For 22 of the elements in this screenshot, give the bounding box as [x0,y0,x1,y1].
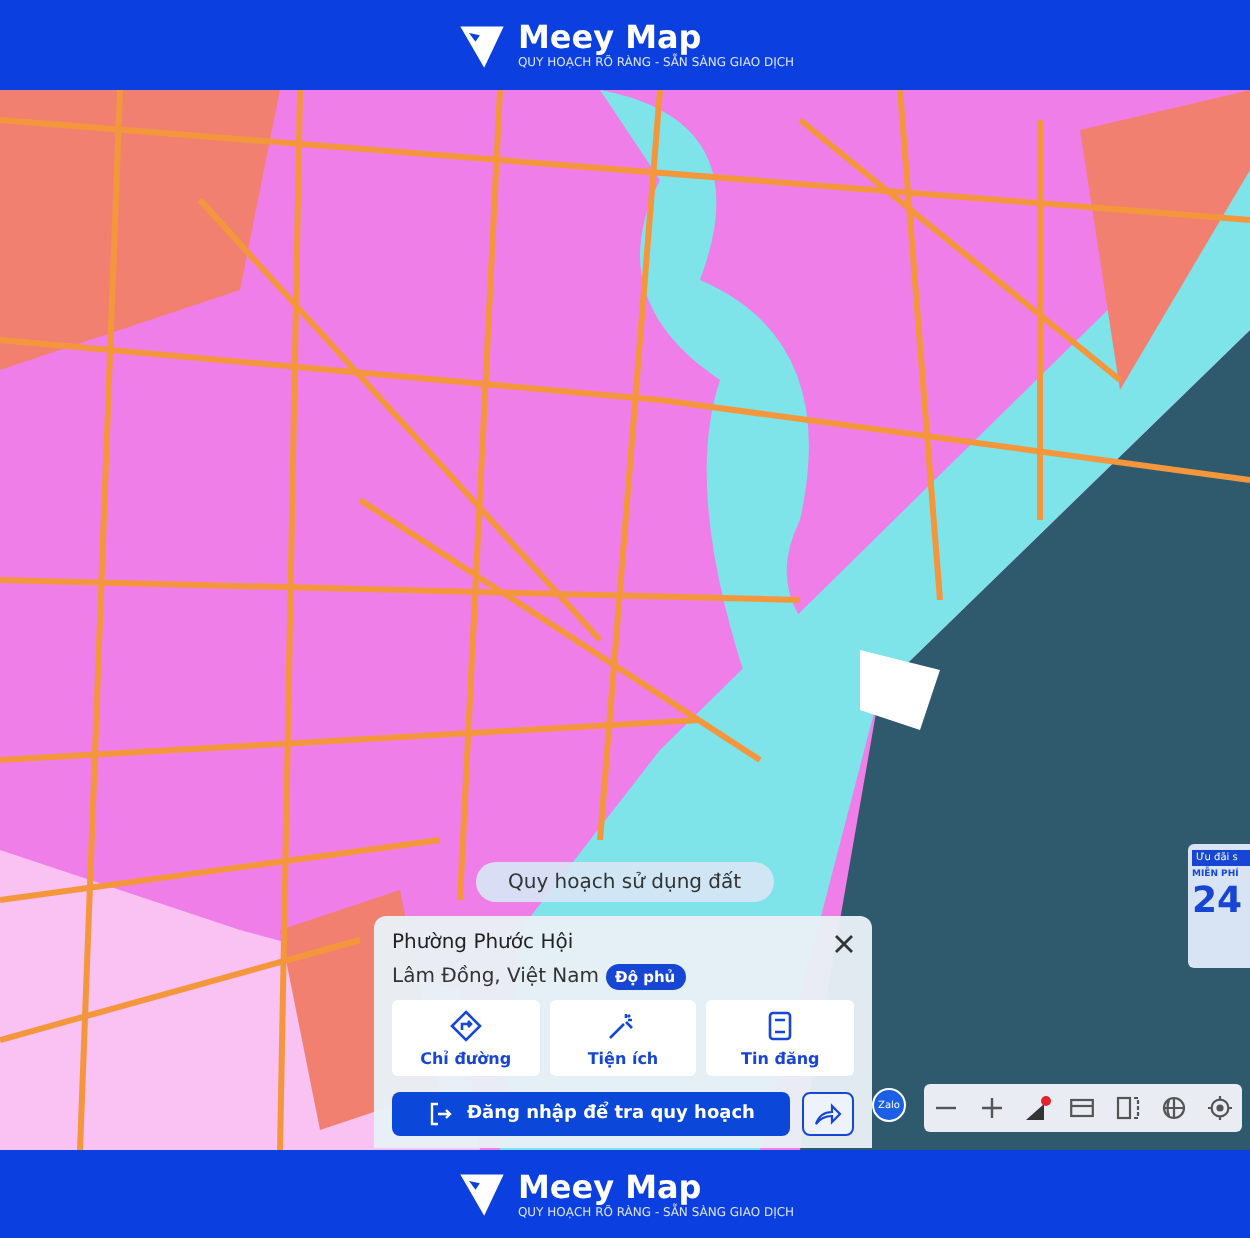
brand-name: Meey Map [517,1169,704,1205]
ruler-icon [1070,1098,1095,1118]
brand-name: Meey Map [517,20,702,56]
globe-icon [1161,1096,1186,1120]
place-name: Phường Phước Hội [392,932,574,954]
promo-number: 24 [1192,884,1245,920]
land-use-layer-button[interactable]: Quy hoạch sử dụng đất [476,862,774,902]
share-icon [814,1102,842,1126]
share-button[interactable] [802,1092,854,1136]
place-region: Lâm Đồng, Việt Nam [392,966,600,988]
directions-button[interactable]: Chỉ đường [392,1000,540,1076]
minus-icon [936,1106,957,1110]
locate-icon [1207,1096,1232,1120]
listings-button[interactable]: Tin đăng [706,1000,854,1076]
amenities-button[interactable]: Tiện ích [549,1000,697,1076]
directions-icon [449,1009,482,1041]
login-button[interactable]: Đăng nhập để tra quy hoạch [392,1092,790,1136]
plus-icon [982,1098,1003,1118]
split-view-icon [1116,1096,1141,1120]
login-icon [427,1102,452,1126]
document-icon [764,1009,797,1041]
close-icon[interactable] [834,933,854,953]
